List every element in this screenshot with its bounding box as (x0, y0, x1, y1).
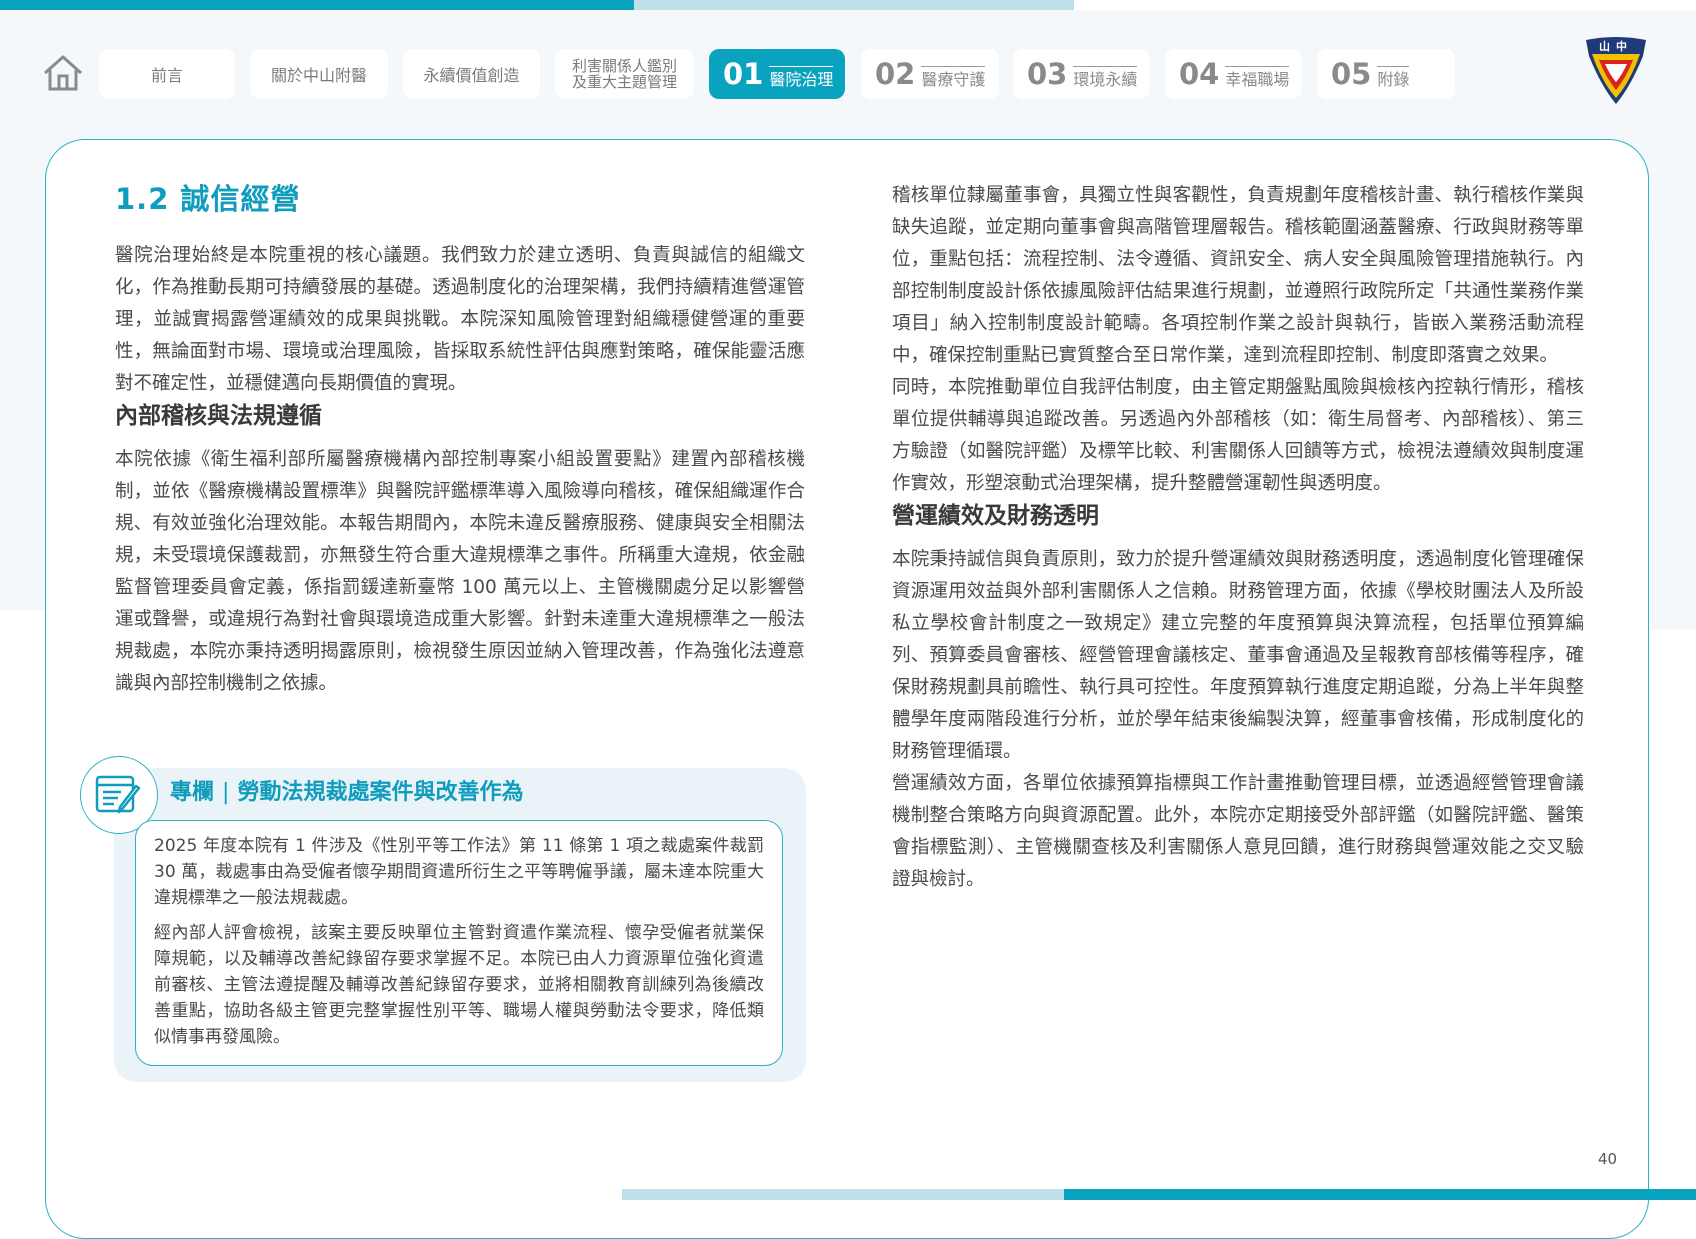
tab-chapter-04[interactable]: 04 幸福職場 (1165, 49, 1302, 99)
chapter-number: 03 (1027, 57, 1068, 91)
performance-paragraph: 營運績效方面，各單位依據預算指標與工作計畫推動管理目標，並透過經營管理會議機制整… (892, 773, 1584, 890)
tab-stakeholders[interactable]: 利害關係人鑑別 及重大主題管理 (555, 49, 694, 99)
column-title: 勞動法規裁處案件與改善作為 (237, 780, 524, 805)
tab-label: 永續價值創造 (423, 66, 520, 85)
chapter-label: 環境永續 (1073, 65, 1138, 89)
tab-foreword[interactable]: 前言 (99, 49, 235, 99)
chapter-number: 05 (1331, 57, 1372, 91)
column-paragraph-1: 2025 年度本院有 1 件涉及《性別平等工作法》第 11 條第 1 項之裁處案… (154, 836, 764, 908)
column-paragraph-2: 經內部人評會檢視，該案主要反映單位主管對資遣作業流程、懷孕受僱者就業保障規範，以… (154, 923, 764, 1047)
intro-paragraph: 醫院治理始終是本院重視的核心議題。我們致力於建立透明、負責與誠信的組織文化，作為… (115, 245, 805, 394)
bottom-accent-bar-light (622, 1189, 1064, 1200)
tab-label: 前言 (150, 66, 183, 85)
top-accent-bar (0, 0, 634, 10)
tab-label-line1: 利害關係人鑑別 (571, 57, 677, 75)
chapter-label: 醫療守護 (921, 65, 986, 89)
hospital-logo[interactable]: 山中 (1583, 36, 1649, 106)
self-assessment-paragraph: 同時，本院推動單位自我評估制度，由主管定期盤點風險與檢核內控執行情形，稽核單位提… (892, 377, 1584, 494)
column-heading: 專欄 | 勞動法規裁處案件與改善作為 (170, 780, 524, 805)
audit-continued-paragraph: 稽核單位隸屬董事會，具獨立性與客觀性，負責規劃年度稽核計畫、執行稽核作業與缺失追… (892, 185, 1584, 366)
chapter-label: 幸福職場 (1225, 65, 1290, 89)
tab-label-line2: 及重大主題管理 (571, 73, 677, 91)
section-title: 1.2 誠信經營 (115, 182, 301, 216)
audit-heading: 內部稽核與法規遵循 (115, 403, 322, 429)
chapter-label: 附錄 (1377, 65, 1410, 89)
chapter-number: 01 (723, 57, 764, 91)
tab-chapter-01[interactable]: 01 醫院治理 (709, 49, 845, 99)
right-column: 稽核單位隸屬董事會，具獨立性與客觀性，負責規劃年度稽核計畫、執行稽核作業與缺失追… (892, 180, 1584, 896)
audit-paragraph: 本院依據《衛生福利部所屬醫療機構內部控制專案小組設置要點》建置內部稽核機制，並依… (115, 449, 805, 694)
chapter-label: 醫院治理 (769, 65, 834, 89)
tab-value-creation[interactable]: 永續價值創造 (403, 49, 540, 99)
side-band-left (0, 240, 46, 610)
bottom-accent-bar (1064, 1189, 1696, 1200)
finance-paragraph: 本院秉持誠信與負責原則，致力於提升營運績效與財務透明度，透過制度化管理確保資源運… (892, 549, 1584, 762)
page-number: 40 (1598, 1150, 1618, 1168)
column-label: 專欄 (170, 780, 215, 805)
left-column: 1.2 誠信經營 醫院治理始終是本院重視的核心議題。我們致力於建立透明、負責與誠… (115, 180, 805, 700)
tab-chapter-03[interactable]: 03 環境永續 (1013, 49, 1150, 99)
tab-chapter-02[interactable]: 02 醫療守護 (861, 49, 999, 99)
tab-label: 關於中山附醫 (270, 66, 367, 85)
chapter-number: 02 (875, 57, 916, 91)
home-icon[interactable] (42, 54, 84, 92)
tab-chapter-05[interactable]: 05 附錄 (1317, 49, 1455, 99)
finance-heading: 營運績效及財務透明 (892, 503, 1099, 529)
chapter-number: 04 (1179, 57, 1220, 91)
column-content: 2025 年度本院有 1 件涉及《性別平等工作法》第 11 條第 1 項之裁處案… (135, 820, 783, 1066)
logo-text: 山中 (1599, 39, 1633, 53)
top-accent-bar-light (634, 0, 1074, 10)
side-band-right (1650, 240, 1696, 630)
tab-about[interactable]: 關於中山附醫 (250, 49, 388, 99)
